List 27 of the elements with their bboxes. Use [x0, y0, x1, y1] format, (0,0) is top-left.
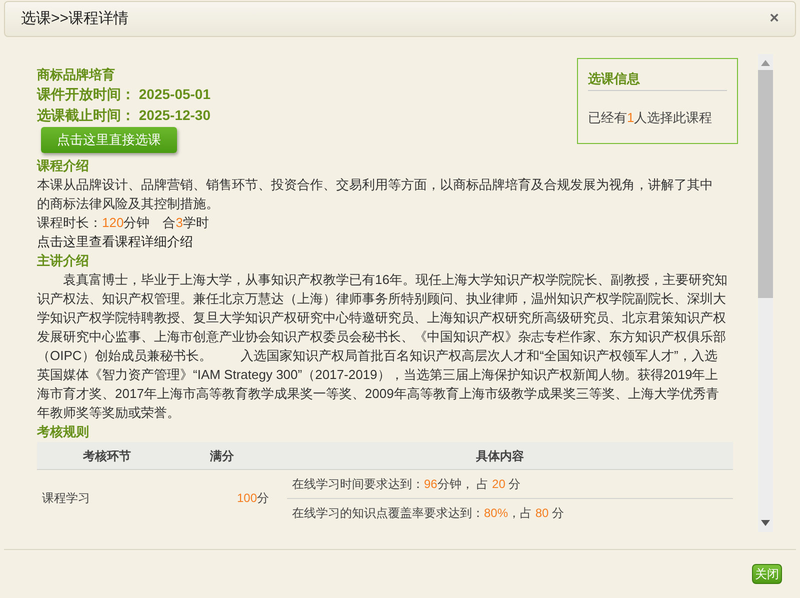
enroll-button[interactable]: 点击这里直接选课 [41, 127, 177, 153]
course-name: 商标品牌培育 [37, 66, 116, 84]
course-duration: 课程时长：120分钟 合3学时 [37, 214, 210, 232]
scroll-thumb[interactable] [758, 70, 773, 298]
close-dialog-button[interactable]: 关闭 [752, 564, 782, 584]
table-cell: 在线学习的知识点覆盖率要求达到：80%，占 80 分 [287, 498, 733, 526]
scroll-down-icon[interactable] [761, 520, 770, 526]
section-heading: 课程介绍 [37, 157, 90, 175]
section-heading: 考核规则 [37, 423, 90, 441]
detail-link[interactable]: 点击这里查看课程详细介绍 [37, 232, 193, 251]
column-header: 满分 [209, 448, 235, 464]
deadline-date: 选课截止时间： 2025-12-30 [37, 106, 211, 125]
scroll-up-icon[interactable] [761, 60, 770, 66]
open-date: 课件开放时间： 2025-05-01 [37, 85, 211, 104]
lecturer-bio: 袁真富博士，毕业于上海大学，从事知识产权教学已有16年。现任上海大学知识产权学院院长、副教授，主要研究知识产权法、知识产权管理。兼任北京万慧达（上海）律师事务所特别顾问、执业律师，温州知识产权学院副院长、深圳大学知识产权学院特聘教授、复旦大学知识产权研究中心特邀研究员、上海知识产权研究所高级研究员、北京君策知识产权发展研究中心监事、上海市创意产业协会知识产权委员会秘书长、《中国知识产权》杂志专栏作家、东方知识产权俱乐部（OIPC）创始成员兼秘书长。 入选国家知识产权局首批百名知识产权高层次人才和“全国知识产权领军人才”，入选英国媒体《智力资产管理》“IAM Strategy 300”（2017-2019），当选第三届上海保护知识产权新闻人物。获得2019年上海市育才奖、2017年上海市高等教育教学成果奖一等奖、2009年高等教育上海市级教学成果奖三等奖、上海大学优秀青年教师奖等奖励或荣誉。 [37, 271, 728, 422]
column-header: 具体内容 [475, 448, 525, 464]
scrollbar[interactable] [758, 54, 773, 532]
close-button[interactable]: × [770, 11, 779, 27]
section-heading: 主讲介绍 [37, 252, 90, 270]
table-cell-text: 100分 [236, 490, 270, 506]
column-header: 考核环节 [82, 448, 132, 464]
course-description: 本课从品牌设计、品牌营销、销售环节、投资合作、交易利用等方面，以商标品牌培育及合规发展为视角，讲解了其中的商标法律风险及其控制措施。 [37, 176, 714, 213]
table-cell-text: 课程学习 [41, 490, 91, 507]
info-title: 选课信息 [588, 69, 727, 90]
enrolled-count: 已经有1人选择此课程 [588, 108, 714, 126]
window-title: 选课>>课程详情 [21, 8, 129, 29]
table-cell-text: 在线学习时间要求达到：96分钟， 占 20 分 [291, 476, 522, 493]
